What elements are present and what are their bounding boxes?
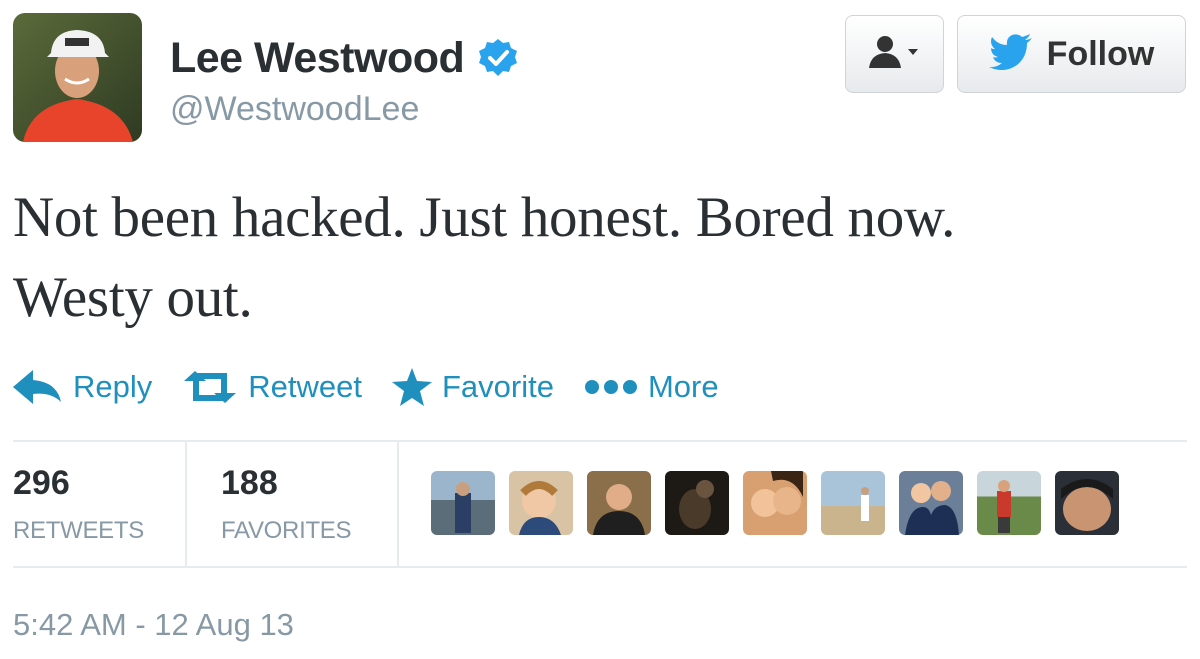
reply-icon: [13, 370, 61, 404]
favoriter-avatar[interactable]: [509, 471, 573, 535]
favoriter-avatar[interactable]: [431, 471, 495, 535]
reply-label: Reply: [73, 369, 153, 404]
favorite-button[interactable]: Favorite: [392, 368, 554, 406]
tweet-text-line: Not been hacked. Just honest. Bored now.: [13, 186, 956, 249]
verified-badge-icon: [478, 38, 518, 78]
user-actions-button[interactable]: [845, 15, 944, 93]
divider: [13, 566, 1187, 568]
user-info: Lee Westwood @WestwoodLee: [170, 28, 518, 129]
tweet-text: Not been hacked. Just honest. Bored now.…: [13, 178, 1183, 338]
retweet-icon: [184, 371, 237, 403]
twitter-bird-icon: [988, 33, 1033, 75]
tweet-stats: 296 RETWEETS 188 FAVORITES: [13, 442, 399, 566]
favoriter-avatar[interactable]: [899, 471, 963, 535]
favoriter-avatar[interactable]: [587, 471, 651, 535]
favorites-stat[interactable]: 188 FAVORITES: [187, 442, 397, 566]
full-name[interactable]: Lee Westwood: [170, 34, 465, 83]
favoriter-avatar[interactable]: [977, 471, 1041, 535]
retweet-button[interactable]: Retweet: [182, 369, 362, 405]
favoriters-list: [431, 471, 1133, 535]
follow-button[interactable]: Follow: [957, 15, 1186, 93]
profile-avatar[interactable]: [13, 13, 142, 142]
more-dots-icon: [584, 380, 637, 394]
tweet-actions: Reply Retweet Favorite More: [13, 362, 749, 412]
favoriter-avatar[interactable]: [821, 471, 885, 535]
favoriter-avatar[interactable]: [665, 471, 729, 535]
person-dropdown-icon: [867, 34, 923, 75]
favorites-label: FAVORITES: [221, 516, 352, 544]
stat-divider: [397, 442, 399, 566]
favorite-label: Favorite: [442, 369, 554, 404]
tweet-timestamp[interactable]: 5:42 AM - 12 Aug 13: [13, 607, 294, 643]
retweets-stat[interactable]: 296 RETWEETS: [13, 442, 185, 566]
retweets-count: 296: [13, 463, 70, 502]
more-button[interactable]: More: [584, 369, 719, 405]
retweet-label: Retweet: [248, 369, 362, 404]
reply-button[interactable]: Reply: [13, 369, 152, 405]
star-icon: [392, 368, 432, 406]
retweets-label: RETWEETS: [13, 516, 144, 544]
favorites-count: 188: [221, 463, 278, 502]
favoriter-avatar[interactable]: [743, 471, 807, 535]
tweet-text-line: Westy out.: [13, 266, 253, 329]
favoriter-avatar[interactable]: [1055, 471, 1119, 535]
screen-name[interactable]: @WestwoodLee: [170, 90, 518, 129]
follow-label: Follow: [1046, 34, 1155, 73]
more-label: More: [647, 369, 719, 404]
